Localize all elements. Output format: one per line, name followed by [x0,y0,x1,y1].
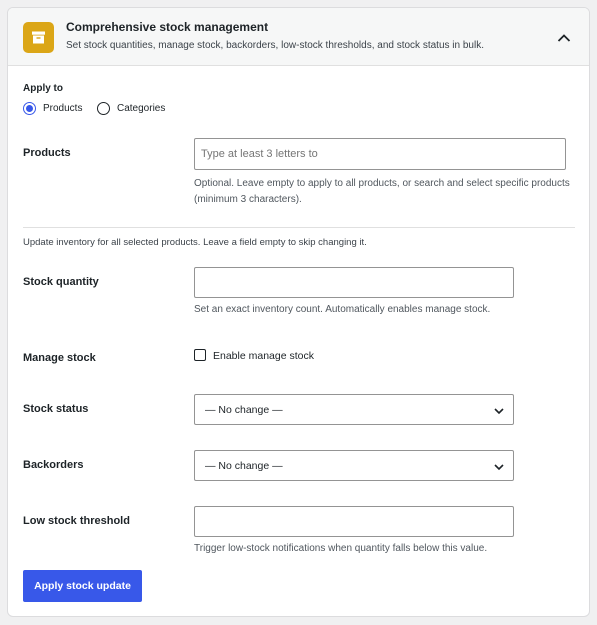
panel-title: Comprehensive stock management [66,20,269,34]
chevron-down-icon [494,408,504,415]
low-stock-threshold-label: Low stock threshold [23,515,130,527]
low-stock-threshold-help: Trigger low-stock notifications when qua… [194,543,488,554]
backorders-label: Backorders [23,459,84,471]
chevron-down-icon [494,464,504,471]
backorders-value: — No change — [205,460,283,472]
panel-header[interactable]: Comprehensive stock management Set stock… [8,8,589,66]
chevron-up-icon[interactable] [552,26,576,50]
stock-quantity-label: Stock quantity [23,276,99,288]
apply-stock-update-button[interactable]: Apply stock update [23,570,142,602]
radio-categories-control[interactable] [97,101,110,115]
products-help: Optional. Leave empty to apply to all pr… [194,178,570,205]
apply-to-label: Apply to [23,83,63,94]
low-stock-threshold-input[interactable] [194,506,514,537]
radio-products[interactable]: Products [23,100,82,116]
radio-products-label: Products [43,102,83,114]
manage-stock-label: Manage stock [23,352,96,364]
manage-stock-checkbox-label[interactable]: Enable manage stock [213,350,314,362]
archive-box-icon [23,22,54,53]
stock-quantity-help: Set an exact inventory count. Automatica… [194,304,491,315]
radio-categories-label: Categories [117,102,166,114]
radio-products-control[interactable] [23,101,36,115]
stock-management-panel: Comprehensive stock management Set stock… [7,7,590,617]
products-label: Products [23,147,71,159]
manage-stock-checkbox[interactable] [194,349,206,361]
stock-status-select[interactable]: — No change — [194,394,514,425]
stock-quantity-input[interactable] [194,267,514,298]
panel-subtitle: Set stock quantities, manage stock, back… [66,40,484,51]
radio-categories[interactable]: Categories [97,100,165,116]
products-search-input[interactable] [194,138,566,170]
stock-status-value: — No change — [205,404,283,416]
stock-status-label: Stock status [23,403,89,415]
section-divider [23,227,575,228]
backorders-select[interactable]: — No change — [194,450,514,481]
inventory-intro: Update inventory for all selected produc… [23,237,367,248]
